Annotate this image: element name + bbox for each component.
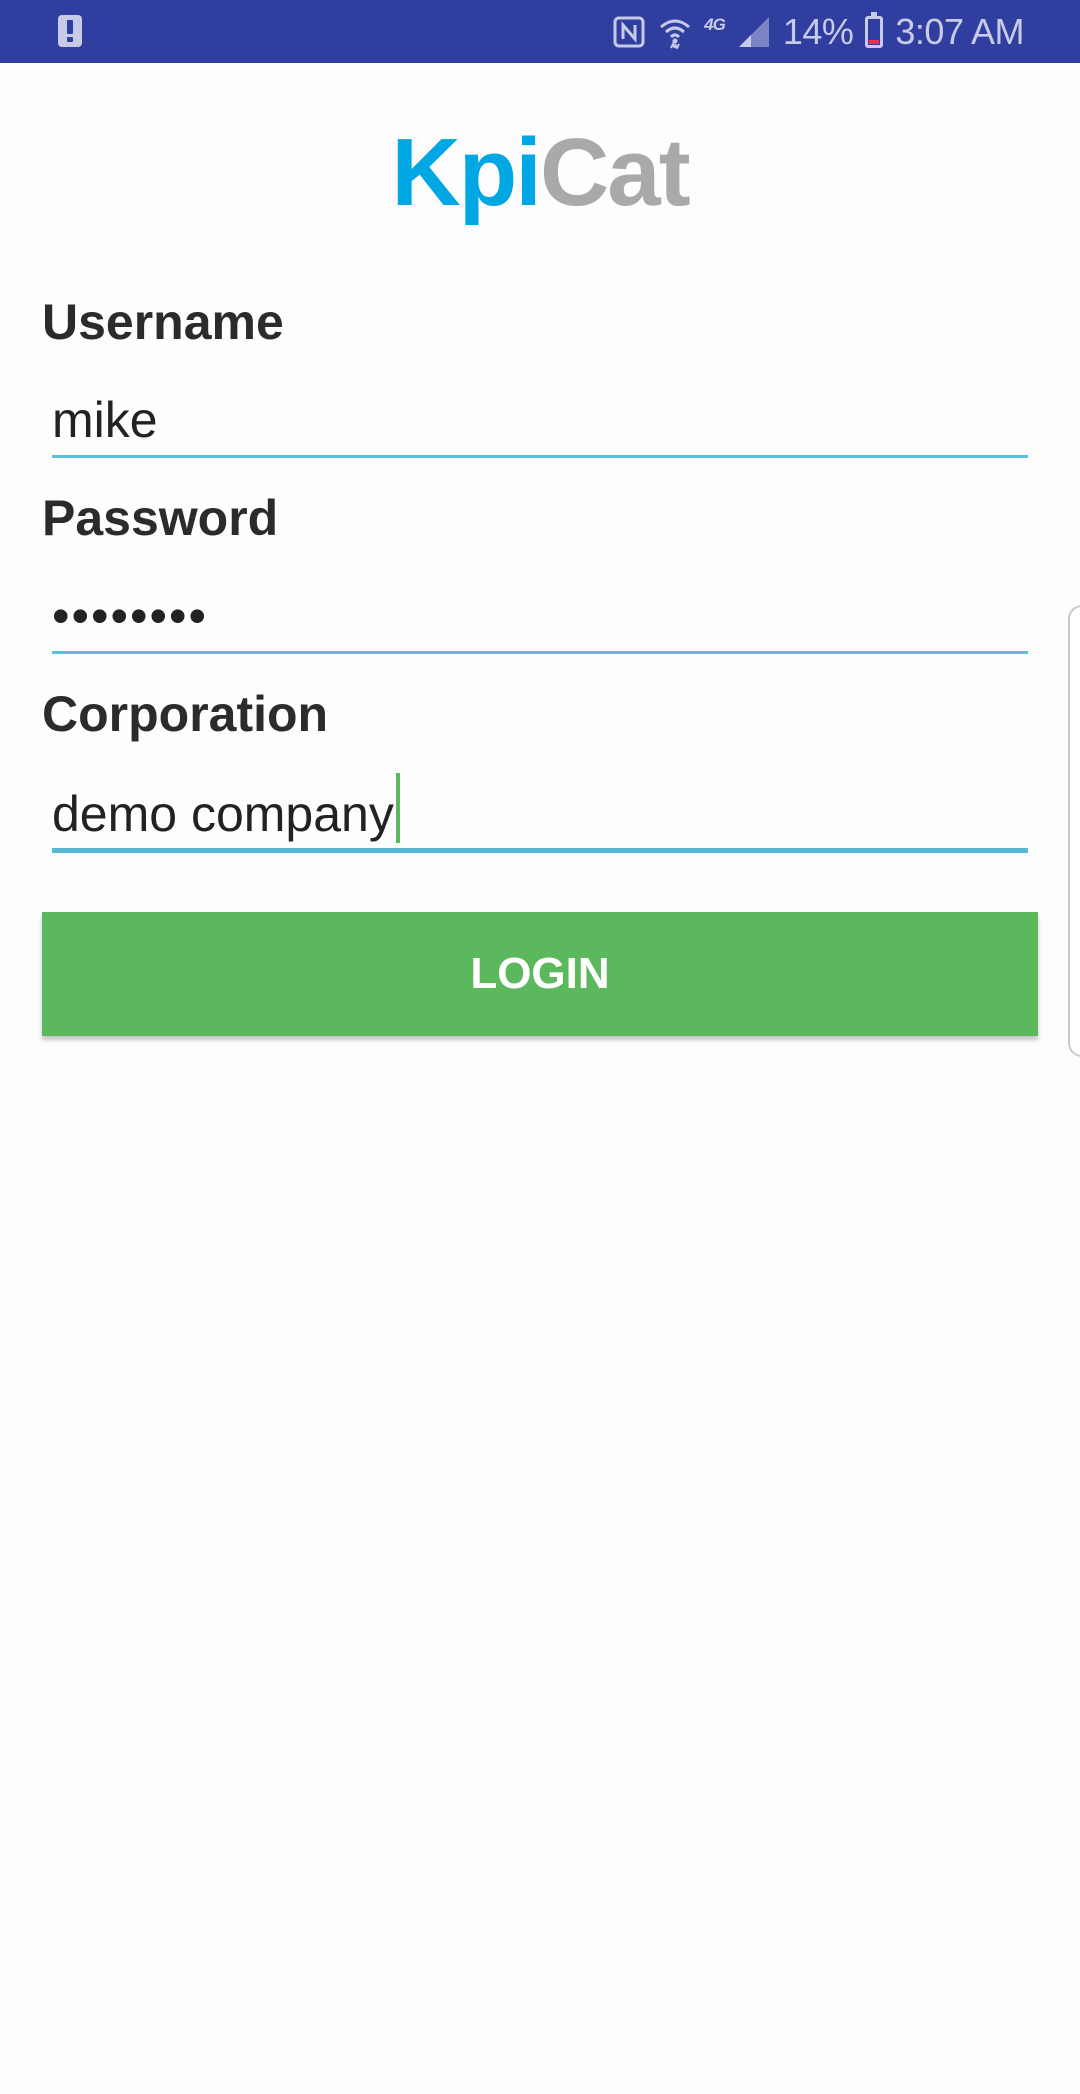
corporation-underline	[52, 848, 1028, 853]
login-button[interactable]: LOGIN	[42, 912, 1038, 1036]
username-label: Username	[42, 294, 284, 350]
password-label: Password	[42, 490, 279, 546]
status-bar: 4G 14% 3:07 AM	[0, 0, 1080, 63]
battery-percent: 14%	[782, 10, 854, 52]
corporation-value: demo company	[52, 786, 394, 842]
logo-cat-text: Cat	[539, 119, 691, 226]
network-4g-icon: 4G	[704, 14, 726, 34]
status-time: 3:07 AM	[895, 10, 1024, 52]
username-value: mike	[52, 392, 158, 448]
edge-panel-handle[interactable]	[1068, 605, 1080, 1057]
password-underline	[52, 651, 1028, 654]
password-value: ••••••••	[52, 588, 209, 644]
corporation-field[interactable]: demo company	[52, 773, 1028, 853]
username-underline	[52, 455, 1028, 458]
signal-icon	[738, 16, 769, 47]
wifi-icon	[660, 19, 691, 49]
username-field[interactable]: mike	[52, 382, 1028, 458]
app-logo: KpiCat	[0, 118, 1080, 228]
text-caret	[395, 773, 400, 843]
status-bar-right: 4G 14% 3:07 AM	[612, 0, 1024, 63]
corporation-value-wrap: demo company	[52, 773, 400, 844]
password-field[interactable]: ••••••••	[52, 578, 1028, 654]
logo-kpi-text: Kpi	[391, 119, 542, 226]
battery-icon	[865, 11, 884, 48]
corporation-label: Corporation	[42, 686, 329, 742]
alert-icon	[58, 15, 82, 47]
nfc-icon	[613, 16, 645, 47]
